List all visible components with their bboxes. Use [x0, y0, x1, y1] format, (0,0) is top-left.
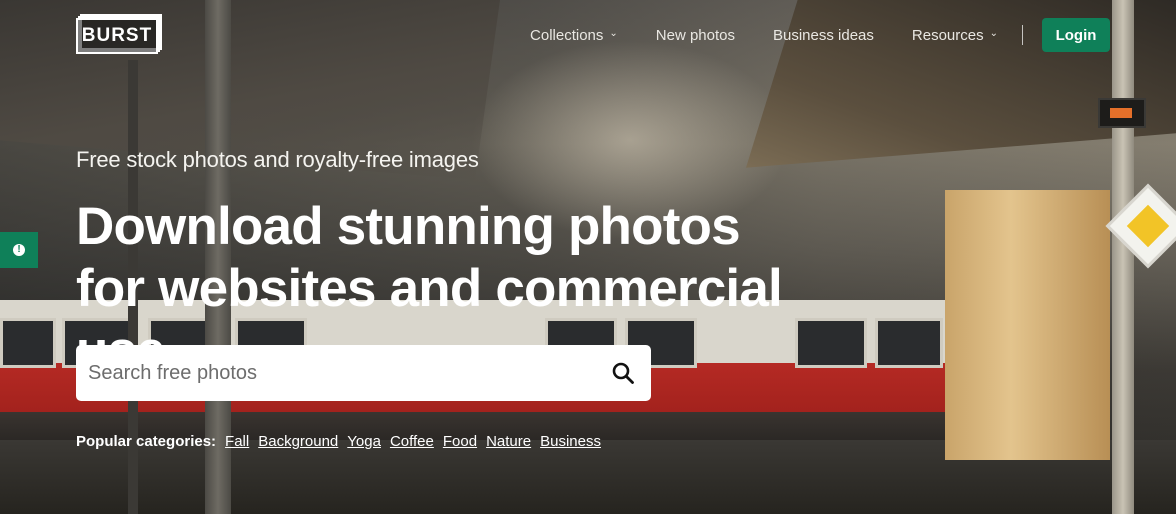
tram-window	[795, 318, 867, 368]
tram-window	[0, 318, 56, 368]
info-icon: !	[13, 244, 25, 256]
nav-business-ideas[interactable]: Business ideas	[773, 27, 874, 44]
popular-categories: Popular categories: Fall Background Yoga…	[76, 433, 610, 450]
category-link-background[interactable]: Background	[258, 433, 338, 450]
category-link-nature[interactable]: Nature	[486, 433, 531, 450]
category-link-business[interactable]: Business	[540, 433, 601, 450]
nav-collections[interactable]: Collections ⌄	[530, 27, 618, 44]
category-link-coffee[interactable]: Coffee	[390, 433, 434, 450]
logo-text: BURST	[76, 18, 158, 54]
hero-section: BURST Collections ⌄ New photos Business …	[0, 0, 1176, 514]
pillar	[1112, 0, 1134, 514]
nav-divider	[1022, 25, 1023, 45]
nav-resources[interactable]: Resources ⌄	[912, 27, 998, 44]
category-link-yoga[interactable]: Yoga	[347, 433, 381, 450]
search-input[interactable]	[88, 361, 607, 385]
nav-label: Collections	[530, 26, 604, 44]
login-button[interactable]: Login	[1042, 18, 1110, 52]
main-nav: Collections ⌄ New photos Business ideas …	[530, 18, 1110, 52]
nav-new-photos[interactable]: New photos	[656, 27, 735, 44]
nav-label: New photos	[655, 26, 735, 44]
chevron-down-icon: ⌄	[989, 28, 998, 39]
wooden-booth	[945, 190, 1110, 460]
popular-categories-label: Popular categories:	[76, 433, 217, 450]
category-link-fall[interactable]: Fall	[225, 433, 249, 450]
tram-window	[875, 318, 943, 368]
search-icon[interactable]	[607, 357, 639, 389]
category-link-food[interactable]: Food	[443, 433, 477, 450]
chevron-down-icon: ⌄	[609, 28, 618, 39]
feedback-tab[interactable]: !	[0, 232, 38, 268]
hero-eyebrow: Free stock photos and royalty-free image…	[76, 147, 479, 172]
nav-label: Resources	[911, 26, 984, 44]
burst-logo[interactable]: BURST	[76, 14, 162, 54]
search-bar	[76, 345, 651, 401]
tram-signal	[1098, 98, 1146, 128]
nav-label: Business ideas	[773, 26, 874, 44]
